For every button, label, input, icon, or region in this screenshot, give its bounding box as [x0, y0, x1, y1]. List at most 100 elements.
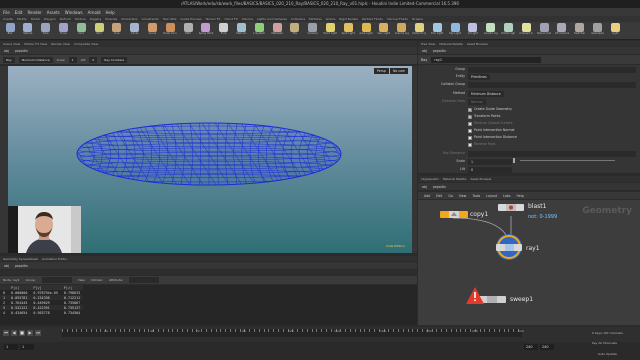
path-obj[interactable]: obj	[4, 264, 9, 268]
shelf-tool-file[interactable]: File	[288, 23, 302, 39]
shelf-tab-grains[interactable]: Grains	[326, 17, 336, 21]
end-frame-field[interactable]: 240	[524, 344, 538, 350]
shelf-tool-area-light[interactable]: Area Light	[359, 23, 373, 39]
table-row[interactable]: 2 0.764445 0.449629 0.735867	[0, 300, 83, 305]
ss-view-button[interactable]: View	[78, 278, 85, 282]
shelf-tool-gamepad[interactable]: Gamepad	[590, 23, 604, 39]
network-menu-go[interactable]: Go	[448, 194, 452, 198]
start-frame-field[interactable]: 1	[4, 344, 18, 350]
shelf-tool-stereo-camera[interactable]: Stereo Camera	[537, 23, 551, 39]
menu-file[interactable]: File	[3, 10, 10, 15]
shelf-tab-guide-process[interactable]: Guide Process	[180, 17, 201, 21]
shelf-tool-metaball[interactable]: Metaball	[270, 23, 284, 39]
ray-combine-field[interactable]: Ray Combine	[101, 56, 128, 63]
viewport-right-toolbar[interactable]	[412, 66, 417, 253]
shelf-tool-circle[interactable]: Circle	[128, 23, 142, 39]
shelf-tool-grid[interactable]: Grid	[74, 23, 88, 39]
scale-field[interactable]: 1	[68, 56, 77, 63]
shelf-tool-light[interactable]: Light	[608, 23, 622, 39]
play-icon[interactable]: ▶	[27, 330, 33, 336]
shelf-tool-null[interactable]: Null	[92, 23, 106, 39]
menu-render[interactable]: Render	[27, 10, 41, 15]
play-reverse-icon[interactable]: ◀	[11, 330, 17, 336]
shelf-tab-constraints[interactable]: Constraints	[142, 17, 159, 21]
network-menu-layout[interactable]: Layout	[486, 194, 497, 198]
viewport-left-toolbar[interactable]	[0, 66, 8, 253]
current-frame-field[interactable]: 1	[20, 344, 34, 350]
table-row[interactable]: 4 0.434654 0.563778 0.734564	[0, 310, 83, 315]
jump-end-icon[interactable]: ⏭	[35, 330, 41, 336]
param-pane-tab-1[interactable]: Material Palette	[439, 42, 463, 46]
shelf-tool-point-light[interactable]: Point Light	[323, 23, 337, 39]
path-node[interactable]: pepaitin	[15, 264, 28, 268]
network-tab-1[interactable]: Material Palette	[443, 177, 467, 181]
shelf-tool-platonic[interactable]: Platonic	[234, 23, 248, 39]
spreadsheet-tab-0[interactable]: Geometry Spreadsheet	[3, 257, 38, 261]
network-menu-tools[interactable]: Tools	[472, 194, 480, 198]
shelf-tool-vr-camera[interactable]: VR Camera	[555, 23, 569, 39]
shelf-tool-curve[interactable]: Curve	[145, 23, 159, 39]
network-editor[interactable]: Geometry copy1 blast1 not: 0-1999 ray1 s…	[418, 200, 640, 325]
param-pane-tab-2[interactable]: Asset Browser	[467, 42, 488, 46]
shelf-tool-sky-light[interactable]: Sky Light	[448, 23, 462, 39]
param-pane-tab-0[interactable]: Tree View	[421, 42, 435, 46]
auto-update-menu[interactable]: Auto Update	[598, 352, 617, 356]
shelf-tab-model[interactable]: Model	[31, 17, 40, 21]
menu-windows[interactable]: Windows	[65, 10, 83, 15]
shelf-tab-volume[interactable]: Volume	[242, 17, 253, 21]
intersection-distance-checkbox[interactable]	[468, 135, 472, 140]
shelf-tab-rigid-bodies[interactable]: Rigid Bodies	[339, 17, 358, 21]
spreadsheet-table[interactable]: P[x] P[y] P[z] 0 0.000000 0.978794e-05 0.7986…	[0, 285, 417, 325]
network-tab-0[interactable]: obj/pepaitin	[421, 177, 439, 181]
shelf-tab-lights-and-cameras[interactable]: Lights and Cameras	[257, 17, 287, 21]
shelf-tab-terrain-fx[interactable]: Terrain FX	[206, 17, 221, 21]
guide-geometry-checkbox[interactable]	[468, 107, 472, 112]
shelf-tool-sphere[interactable]: Sphere	[21, 23, 35, 39]
scale-slider-handle[interactable]	[513, 158, 515, 163]
shelf-tab-oceans[interactable]: Oceans	[412, 17, 423, 21]
transform-points-checkbox[interactable]	[468, 114, 472, 119]
method-dropdown[interactable]: Minimum Distance	[18, 56, 53, 63]
ss-intrinsic-button[interactable]: Intrinsic	[91, 278, 103, 282]
ss-group-field[interactable]	[41, 277, 72, 283]
table-row[interactable]: 0 0.000000 0.978794e-05 0.798633	[0, 290, 83, 295]
key-all-channels[interactable]: Key All Channels	[592, 341, 617, 345]
shelf-tool-ambient-light[interactable]: Ambient Light	[519, 23, 533, 39]
entity-dropdown[interactable]: Primitives	[468, 73, 490, 80]
path-node[interactable]: pepaitin	[433, 49, 446, 53]
node-name-field[interactable]: ray1	[431, 56, 542, 63]
menu-help[interactable]: Help	[106, 10, 115, 15]
table-row[interactable]: 3 0.532122 0.422391 0.735137	[0, 305, 84, 310]
shelf-tool-distant-light[interactable]: Distant Light	[412, 23, 426, 39]
spreadsheet-tab-1[interactable]: Animation Editor	[42, 257, 67, 261]
direction-dropdown[interactable]: Normal	[468, 98, 486, 105]
shelf-tool-spray-paint[interactable]: Spray Paint	[199, 23, 213, 39]
stop-icon[interactable]: ■	[19, 330, 25, 336]
shelf-tool-geo-light[interactable]: Geo Light	[377, 23, 391, 39]
network-menu-help[interactable]: Help	[516, 194, 523, 198]
shelf-tab-muscles[interactable]: Muscles	[105, 17, 117, 21]
shelf-tool-line[interactable]: Line	[110, 23, 124, 39]
ss-attribute-field[interactable]	[129, 277, 160, 283]
scene-view-tab-2[interactable]: Render View	[51, 42, 70, 46]
shelf-tab-hair-utils[interactable]: Hair Utils	[163, 17, 177, 21]
menu-edit[interactable]: Edit	[15, 10, 23, 15]
reverse-closest-checkbox[interactable]	[468, 121, 472, 126]
shelf-tool-draw-curve[interactable]: Draw Curve	[163, 23, 177, 39]
scale-slider[interactable]	[520, 160, 615, 161]
path-node[interactable]: pepaitin	[15, 49, 28, 53]
camera-menu[interactable]: Persp	[374, 68, 389, 74]
menu-arnold[interactable]: Arnold	[88, 10, 101, 15]
shelf-tool-switcher[interactable]: Switcher	[573, 23, 587, 39]
display-menu[interactable]: No cam	[390, 68, 409, 74]
shelf-tool-camera[interactable]: Camera	[306, 23, 320, 39]
shelf-tab-modify[interactable]: Modify	[17, 17, 27, 21]
node-copy1[interactable]	[440, 211, 468, 218]
shelf-tab-particle-fluids[interactable]: Particle Fluids	[362, 17, 383, 21]
shelf-tool-env-light[interactable]: Env Light	[430, 23, 444, 39]
node-blast1[interactable]	[498, 204, 524, 211]
ray-tolerance-field[interactable]	[468, 150, 636, 157]
network-menu-view[interactable]: View	[459, 194, 467, 198]
jump-start-icon[interactable]: ⏮	[3, 330, 9, 336]
shelf-tab-characters[interactable]: Characters	[121, 17, 137, 21]
